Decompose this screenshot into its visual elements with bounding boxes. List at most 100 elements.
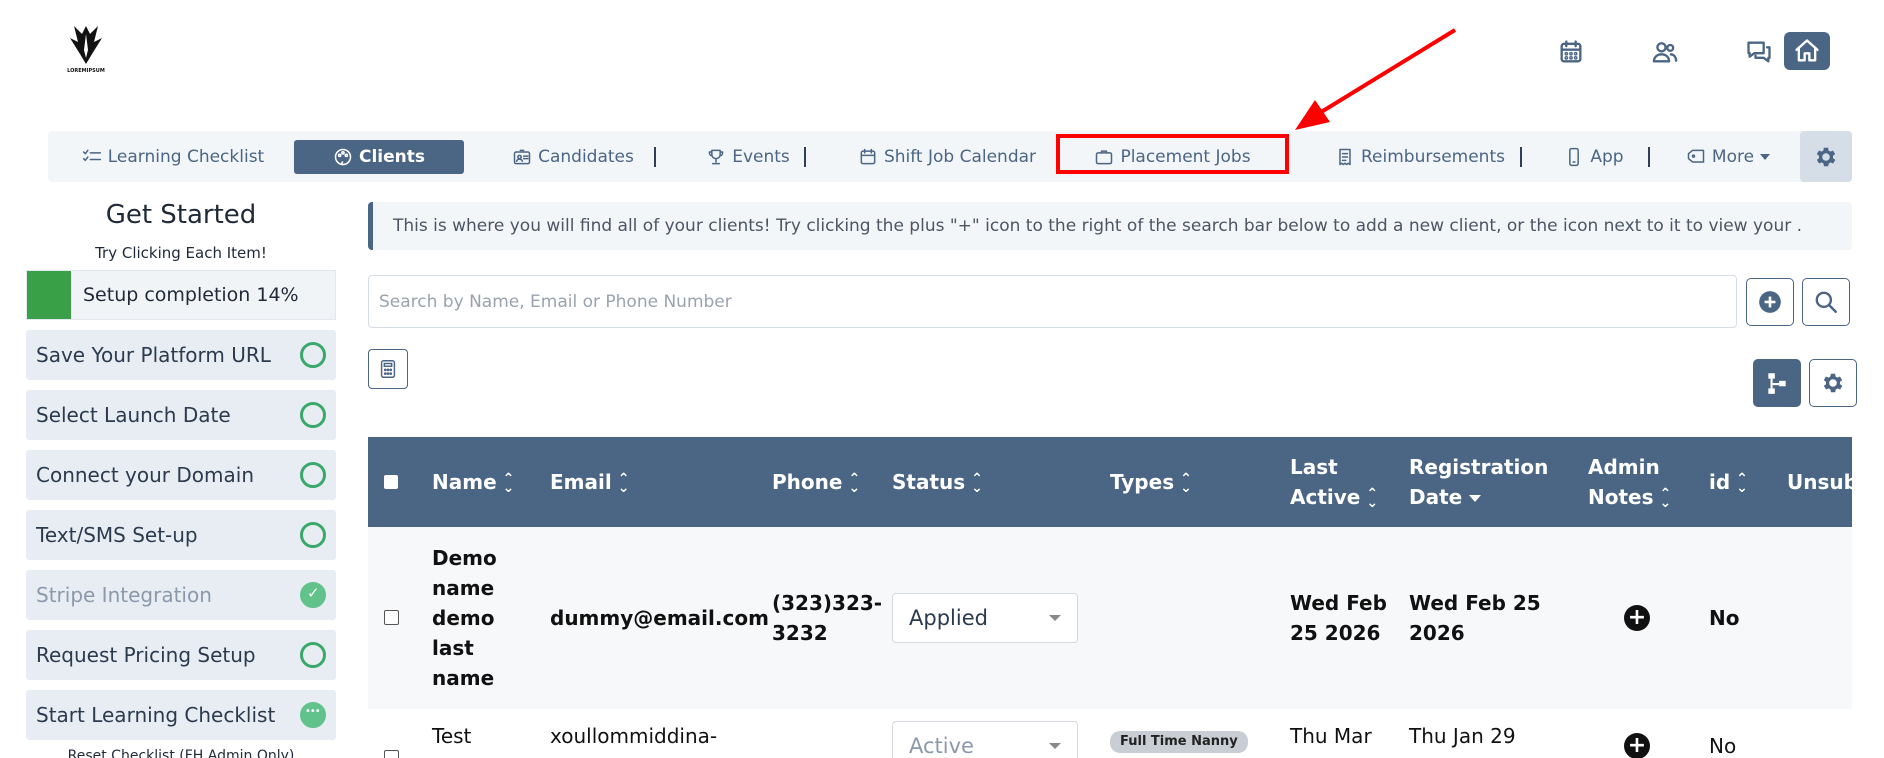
checklist-item-learning[interactable]: Start Learning Checklist bbox=[26, 690, 336, 740]
home-icon bbox=[1795, 39, 1819, 62]
client-id: No bbox=[1709, 734, 1737, 758]
checklist-item-stripe[interactable]: Stripe Integration bbox=[26, 570, 336, 620]
search-input[interactable] bbox=[368, 275, 1737, 328]
check-circle-icon bbox=[300, 582, 326, 608]
table-row[interactable]: Demo name demo last name dummy@email.com… bbox=[368, 527, 1852, 709]
select-all-checkbox[interactable] bbox=[368, 437, 426, 527]
nav-placement-jobs[interactable]: Placement Jobs bbox=[1060, 140, 1285, 174]
client-types bbox=[1104, 527, 1284, 709]
plus-circle-icon bbox=[1759, 291, 1781, 313]
checklist-item-label: Text/SMS Set-up bbox=[36, 523, 198, 547]
type-badge: Full Time Nanny bbox=[1110, 731, 1248, 753]
client-last-active: Wed Feb 25 2026 bbox=[1290, 591, 1387, 645]
nav-app[interactable]: App bbox=[1544, 140, 1644, 174]
nav-label: Learning Checklist bbox=[107, 147, 265, 167]
sort-icon: ⌃ ⌄ bbox=[617, 470, 630, 496]
settings-button[interactable] bbox=[1800, 131, 1852, 182]
column-header-id[interactable]: id ⌃ ⌄ bbox=[1703, 437, 1781, 527]
client-unsubscribed bbox=[1781, 709, 1852, 758]
add-note-button[interactable]: + bbox=[1624, 605, 1650, 631]
gear-icon bbox=[1816, 147, 1836, 166]
client-name[interactable]: Test bbox=[426, 709, 544, 758]
export-button[interactable] bbox=[368, 349, 408, 389]
column-header-email[interactable]: Email ⌃ ⌄ bbox=[544, 437, 766, 527]
progress-label: Setup completion 14% bbox=[83, 284, 299, 306]
types-cell: Full Time Nanny bbox=[1104, 709, 1284, 758]
table-row[interactable]: Test xoullommiddina- Active Full Time Na… bbox=[368, 709, 1852, 758]
client-phone bbox=[766, 709, 886, 758]
nav-reimbursements[interactable]: Reimbursements bbox=[1310, 140, 1530, 174]
receipt-icon bbox=[1339, 148, 1351, 166]
nav-clients[interactable]: Clients bbox=[294, 140, 464, 174]
sort-icon: ⌃ ⌄ bbox=[1736, 470, 1748, 496]
nav-events[interactable]: Events bbox=[678, 140, 818, 174]
client-unsubscribed bbox=[1781, 527, 1852, 709]
nav-candidates[interactable]: Candidates bbox=[488, 140, 658, 174]
client-name[interactable]: Demo name demo last name bbox=[426, 527, 544, 709]
main-nav: Learning Checklist Clients Candidates Ev… bbox=[48, 131, 1852, 182]
calendar-icon[interactable] bbox=[1549, 32, 1593, 72]
checklist-item-label: Start Learning Checklist bbox=[36, 703, 276, 727]
status-select[interactable]: Active bbox=[892, 721, 1078, 758]
circle-icon bbox=[300, 342, 326, 368]
more-circle-icon bbox=[300, 702, 326, 728]
column-header-registration-date[interactable]: Registration Date bbox=[1403, 437, 1582, 527]
checklist-item-launch-date[interactable]: Select Launch Date bbox=[26, 390, 336, 440]
trophy-icon bbox=[708, 149, 724, 165]
caret-down-icon bbox=[1049, 743, 1061, 749]
gear-icon bbox=[1823, 373, 1843, 393]
row-checkbox[interactable] bbox=[368, 709, 426, 758]
status-select[interactable]: Applied bbox=[892, 593, 1078, 643]
add-client-button[interactable] bbox=[1746, 278, 1794, 326]
sitemap-icon bbox=[1768, 373, 1786, 394]
checklist-item-sms[interactable]: Text/SMS Set-up bbox=[26, 510, 336, 560]
nav-label: Shift Job Calendar bbox=[883, 147, 1037, 167]
home-button[interactable] bbox=[1784, 32, 1830, 70]
nav-shift-job-calendar[interactable]: Shift Job Calendar bbox=[834, 140, 1060, 174]
column-header-admin-notes[interactable]: Admin Notes ⌃ ⌄ bbox=[1582, 437, 1703, 527]
calendar-icon bbox=[860, 148, 876, 165]
hierarchy-view-button[interactable] bbox=[1753, 359, 1801, 407]
nav-learning-checklist[interactable]: Learning Checklist bbox=[78, 140, 268, 174]
circle-icon bbox=[300, 402, 326, 428]
column-header-last-active[interactable]: Last Active ⌃ ⌄ bbox=[1284, 437, 1403, 527]
column-header-unsubscribed[interactable]: Unsubs bbox=[1781, 437, 1852, 527]
circle-icon bbox=[300, 462, 326, 488]
column-header-status[interactable]: Status ⌃ ⌄ bbox=[886, 437, 1104, 527]
admin-notes-cell: + bbox=[1582, 527, 1703, 709]
id-card-icon bbox=[513, 149, 531, 165]
briefcase-icon bbox=[1096, 150, 1113, 165]
table-settings-button[interactable] bbox=[1809, 359, 1857, 407]
caret-down-icon bbox=[1469, 495, 1482, 502]
nav-label: Placement Jobs bbox=[1120, 147, 1251, 167]
circle-icon bbox=[300, 522, 326, 548]
company-logo[interactable]: LOREMIPSUM bbox=[60, 20, 112, 74]
checklist-icon bbox=[82, 149, 101, 162]
nav-label: Candidates bbox=[538, 147, 634, 167]
row-checkbox[interactable] bbox=[368, 527, 426, 709]
sort-icon: ⌃ ⌄ bbox=[971, 470, 983, 496]
info-banner: This is where you will find all of your … bbox=[368, 202, 1852, 250]
checklist-item-label: Save Your Platform URL bbox=[36, 343, 271, 367]
nav-label: App bbox=[1590, 147, 1624, 167]
sort-icon: ⌃ ⌄ bbox=[848, 470, 861, 496]
nav-separator bbox=[1648, 147, 1650, 167]
nav-label: More bbox=[1711, 147, 1755, 167]
circle-icon bbox=[300, 642, 326, 668]
chat-icon[interactable] bbox=[1737, 32, 1781, 72]
column-header-name[interactable]: Name ⌃ ⌄ bbox=[426, 437, 544, 527]
nav-more-dropdown[interactable]: More bbox=[1668, 140, 1788, 174]
column-header-phone[interactable]: Phone ⌃ ⌄ bbox=[766, 437, 886, 527]
search-button[interactable] bbox=[1802, 278, 1850, 326]
sort-icon: ⌃ ⌄ bbox=[502, 470, 515, 496]
checklist-item-domain[interactable]: Connect your Domain bbox=[26, 450, 336, 500]
client-last-active: Thu Mar bbox=[1290, 724, 1372, 748]
checklist-item-pricing[interactable]: Request Pricing Setup bbox=[26, 630, 336, 680]
users-icon[interactable] bbox=[1643, 32, 1687, 72]
add-note-button[interactable]: + bbox=[1624, 733, 1650, 758]
checklist-item-platform-url[interactable]: Save Your Platform URL bbox=[26, 330, 336, 380]
reset-checklist-link[interactable]: Reset Checklist (FH Admin Only) bbox=[26, 748, 336, 758]
nav-separator bbox=[1520, 147, 1522, 167]
sort-icon: ⌃ ⌄ bbox=[1366, 485, 1379, 511]
column-header-types[interactable]: Types ⌃ ⌄ bbox=[1104, 437, 1284, 527]
